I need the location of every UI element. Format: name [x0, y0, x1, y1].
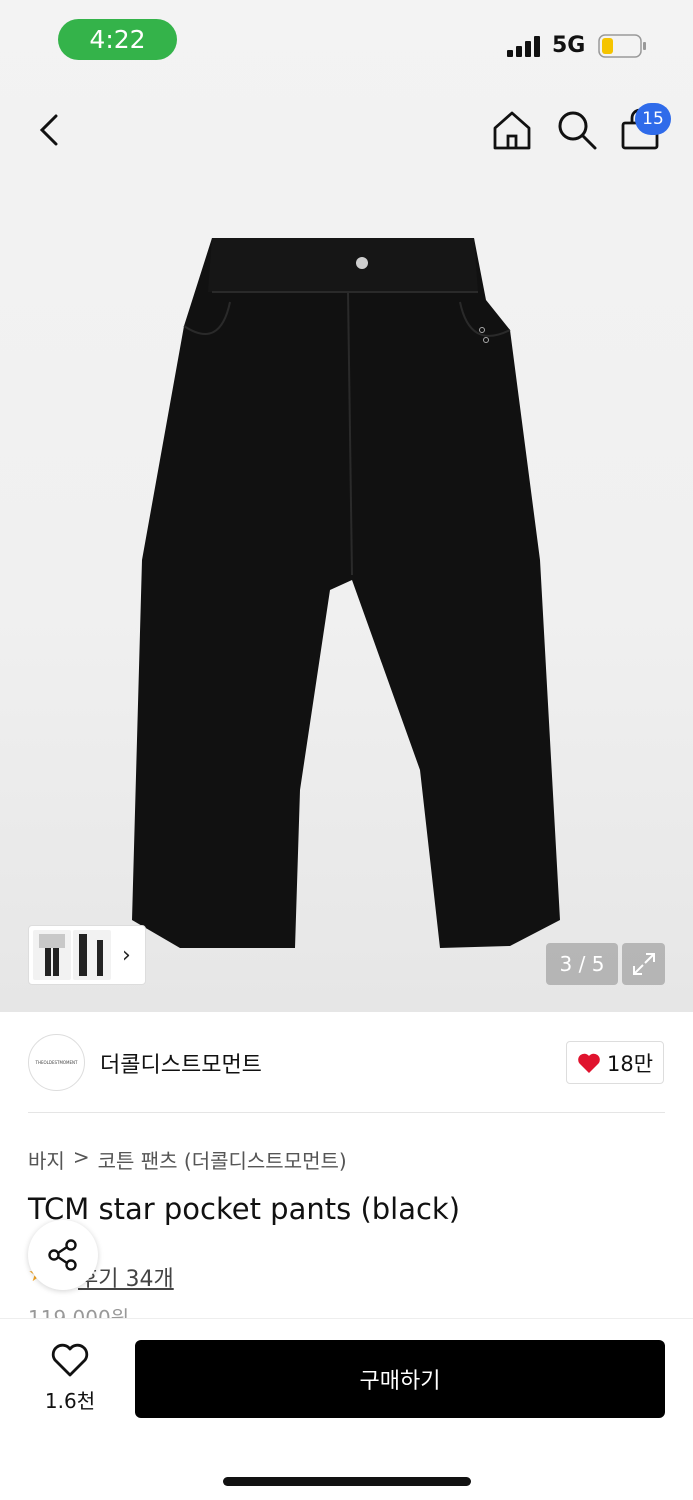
brand-name[interactable]: 더콜디스트모먼트 [100, 1047, 262, 1079]
buy-button[interactable]: 구매하기 [135, 1340, 665, 1418]
cart-count-badge: 15 [635, 103, 671, 135]
thumbnail-next-chevron-icon[interactable]: › [122, 943, 131, 968]
divider [28, 1112, 665, 1113]
breadcrumb-separator: > [72, 1145, 90, 1169]
heart-outline-icon[interactable] [50, 1342, 90, 1378]
breadcrumb-subcategory[interactable]: 코튼 팬츠 (더콜디스트모먼트) [98, 1145, 347, 1174]
expand-icon[interactable] [622, 943, 665, 985]
home-icon[interactable] [490, 108, 534, 152]
wish-count: 1.6천 [44, 1389, 96, 1413]
search-icon[interactable] [555, 108, 599, 152]
product-title: TCM star pocket pants (black) [28, 1192, 461, 1226]
breadcrumb-category[interactable]: 바지 [28, 1145, 65, 1174]
share-button[interactable] [28, 1220, 98, 1290]
home-indicator [223, 1477, 471, 1486]
gallery-page-counter: 3 / 5 [546, 943, 618, 985]
battery-icon [598, 34, 646, 58]
heart-filled-icon [578, 1053, 600, 1073]
signal-icon [507, 36, 540, 57]
breadcrumb: 바지 > 코튼 팬츠 (더콜디스트모먼트) [28, 1145, 347, 1174]
brand-like-count: 18만 [606, 1051, 654, 1076]
thumbnail-figure [79, 934, 103, 976]
product-photo-pants[interactable] [120, 230, 575, 955]
product-price: 119,000원 [28, 1306, 130, 1318]
brand-logo[interactable]: THEOLDESTMOMENT [28, 1034, 85, 1091]
brand-logo-text: THEOLDESTMOMENT [35, 1060, 78, 1065]
share-icon [48, 1239, 77, 1271]
status-time: 4:22 [58, 19, 177, 60]
thumbnail-figure [39, 934, 65, 976]
back-arrow-icon[interactable] [30, 108, 70, 152]
network-type: 5G [552, 33, 586, 58]
brand-like-button[interactable]: 18만 [566, 1041, 664, 1084]
